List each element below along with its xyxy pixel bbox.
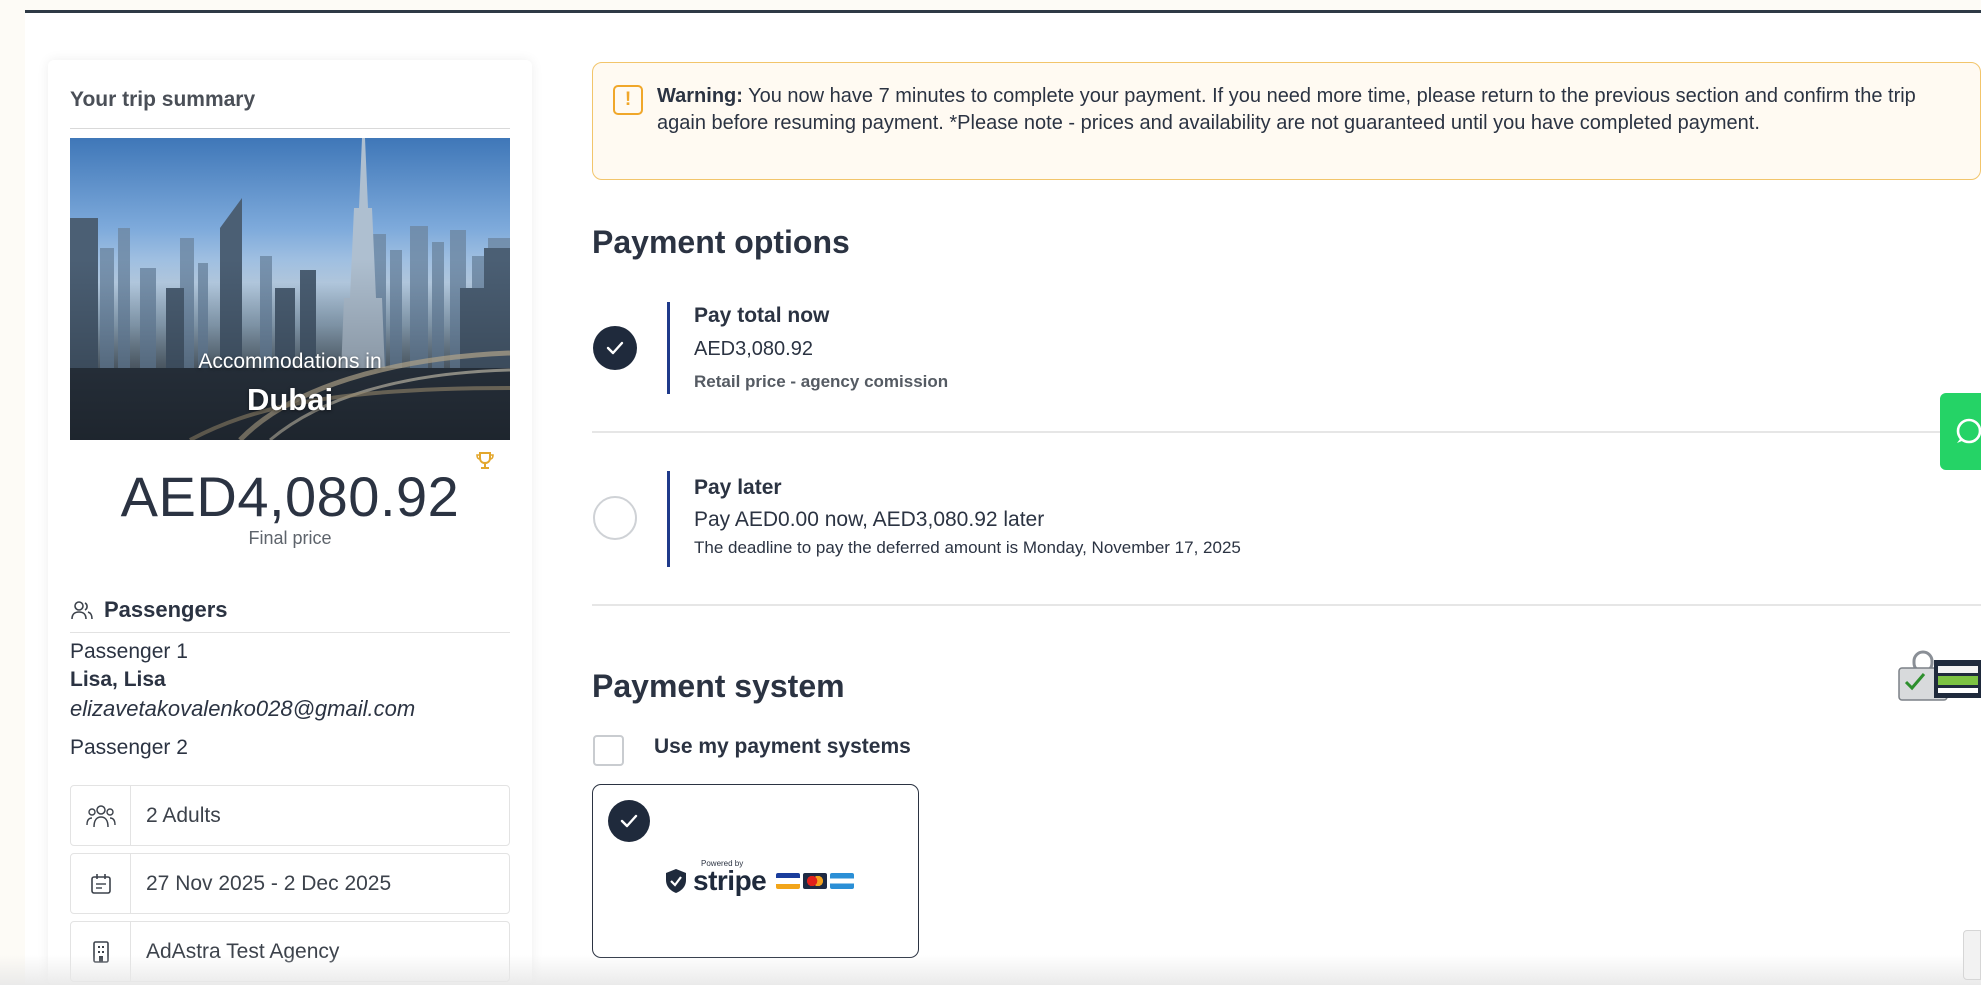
divider — [592, 431, 1981, 433]
passenger1-label: Passenger 1 — [70, 640, 188, 663]
adults-info: 2 Adults — [70, 785, 510, 846]
photo-caption: Accommodations in — [198, 350, 382, 373]
destination-photo: Accommodations in Dubai — [70, 138, 510, 440]
pay-total-now-title: Pay total now — [694, 304, 830, 327]
passengers-heading: Passengers — [70, 596, 228, 624]
pay-later-amount: Pay AED0.00 now, AED3,080.92 later — [694, 508, 1045, 531]
whatsapp-icon — [1956, 418, 1981, 444]
use-my-payment-systems-label[interactable]: Use my payment systems — [654, 735, 911, 759]
mastercard-icon — [803, 873, 828, 889]
dates-info: 27 Nov 2025 - 2 Dec 2025 — [70, 853, 510, 914]
passengers-title: Passengers — [104, 597, 228, 622]
visa-icon — [776, 873, 801, 889]
warning-text: Warning: You now have 7 minutes to compl… — [657, 83, 1957, 137]
group-icon — [85, 804, 116, 827]
whatsapp-chat-button[interactable] — [1940, 393, 1981, 470]
calendar-icon — [90, 873, 111, 894]
pay-later-radio[interactable] — [593, 496, 637, 540]
amex-icon — [830, 873, 855, 889]
security-seal-icon — [1898, 650, 1981, 701]
trip-dates: 27 Nov 2025 - 2 Dec 2025 — [146, 871, 392, 895]
trip-summary-sidebar: Your trip summary Accommodations in Duba… — [48, 60, 532, 985]
pay-later-deadline: The deadline to pay the deferred amount … — [694, 538, 1241, 557]
pay-total-now-amount: AED3,080.92 — [694, 338, 813, 360]
pay-total-now-subtitle: Retail price - agency comission — [694, 372, 949, 391]
payment-warning-banner: ! Warning: You now have 7 minutes to com… — [592, 62, 1981, 180]
passenger2-label: Passenger 2 — [70, 736, 188, 759]
destination-name: Dubai — [246, 382, 334, 417]
use-my-payment-systems-checkbox[interactable] — [593, 735, 624, 766]
scroll-helper-button[interactable] — [1963, 930, 1981, 980]
trip-summary-title: Your trip summary — [70, 88, 256, 111]
final-price-label: Final price — [248, 528, 332, 548]
stripe-wordmark: stripe — [693, 865, 767, 896]
pay-total-now-radio[interactable] — [593, 326, 637, 370]
powered-by-label: Powered by — [701, 859, 744, 868]
check-icon — [606, 341, 624, 355]
passenger1-name: Lisa, Lisa — [70, 668, 166, 691]
pay-later-title: Pay later — [694, 476, 782, 499]
stripe-payment-card[interactable]: Powered by stripe — [592, 784, 919, 958]
divider — [70, 632, 510, 633]
check-icon — [620, 814, 638, 828]
bottom-fade — [0, 955, 1981, 985]
option-accent-bar — [667, 302, 670, 394]
option-accent-bar — [667, 471, 670, 567]
passenger1-email: elizavetakovalenko028@gmail.com — [70, 696, 416, 721]
shield-check-icon — [666, 869, 686, 893]
payment-options-title: Payment options — [592, 224, 850, 260]
payment-system-title: Payment system — [592, 668, 845, 704]
divider — [70, 128, 510, 129]
stripe-selected-radio[interactable] — [608, 800, 650, 842]
warning-message: You now have 7 minutes to complete your … — [657, 85, 1916, 134]
divider — [592, 604, 1981, 606]
users-icon — [71, 601, 93, 620]
card-brands — [776, 873, 855, 889]
adults-count: 2 Adults — [146, 803, 221, 827]
warning-icon: ! — [613, 85, 643, 115]
final-price: AED4,080.92 — [120, 465, 460, 528]
warning-label: Warning: — [657, 85, 743, 107]
stripe-logo: Powered by stripe — [665, 859, 855, 897]
